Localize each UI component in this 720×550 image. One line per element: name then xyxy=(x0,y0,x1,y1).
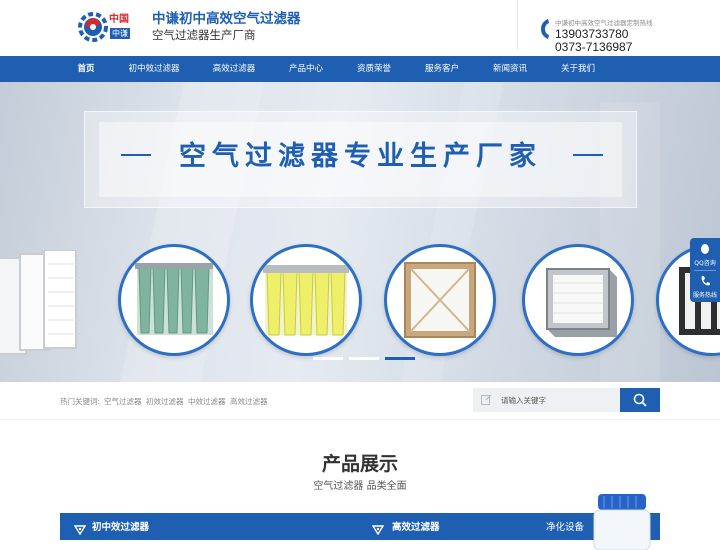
hotline-landline[interactable]: 0373-7136987 xyxy=(555,40,632,54)
search-field-container xyxy=(473,388,620,412)
category-primary-medium-filters[interactable]: 初中效过滤器 xyxy=(92,513,149,540)
carousel-dot-3[interactable] xyxy=(385,357,415,360)
carousel-dot-2[interactable] xyxy=(349,357,379,360)
logo-text-bottom: 中谦 xyxy=(110,28,130,39)
phone-icon xyxy=(541,19,549,39)
nav-products[interactable]: 产品中心 xyxy=(278,56,334,82)
product-image-pleated-panel-filter[interactable] xyxy=(384,244,496,356)
hotline-label: 中谦初中高效空气过滤器定制热线 xyxy=(555,19,653,27)
product-image-hepa-box-filter[interactable] xyxy=(522,244,634,356)
category-icon xyxy=(74,525,86,535)
category-hepa-filters[interactable]: 高效过滤器 xyxy=(392,513,440,540)
hot-keywords-search-bar: 热门关键词: 空气过滤器 初效过滤器 中效过滤器 高效过滤器 xyxy=(0,382,720,420)
category-icon xyxy=(372,525,384,535)
service-hotline-label: 服务热线 xyxy=(692,292,717,299)
search-icon xyxy=(633,393,647,407)
hot-keyword-link[interactable]: 空气过滤器 xyxy=(104,396,142,407)
hotline-mobile[interactable]: 13903733780 xyxy=(555,27,628,41)
nav-hepa-filters[interactable]: 高效过滤器 xyxy=(200,56,268,82)
logo-text-top: 中国 xyxy=(109,14,129,25)
site-title: 中谦初中高效空气过滤器 xyxy=(152,11,301,27)
qq-penguin-icon xyxy=(701,244,709,254)
search-input[interactable] xyxy=(501,392,613,408)
hot-keywords-label: 热门关键词: xyxy=(60,397,101,406)
products-section-title: 产品展示 xyxy=(321,453,398,475)
category-purification-equipment[interactable]: 净化设备 xyxy=(546,513,584,540)
hot-keyword-link[interactable]: 初效过滤器 xyxy=(146,396,184,407)
hot-keyword-link[interactable]: 中效过滤器 xyxy=(188,396,226,407)
main-nav: 首页 初中效过滤器 高效过滤器 产品中心 资质荣誉 服务客户 新闻资讯 关于我们 xyxy=(0,56,720,82)
nav-news[interactable]: 新闻资讯 xyxy=(482,56,538,82)
site-subtitle: 空气过滤器生产厂商 xyxy=(152,28,256,42)
banner-slogan: 空气过滤器专业生产厂家 xyxy=(179,141,542,172)
hero-banner[interactable]: 空气过滤器专业生产厂家 xyxy=(0,82,720,382)
slogan-panel: 空气过滤器专业生产厂家 xyxy=(84,111,637,208)
nav-clients[interactable]: 服务客户 xyxy=(414,56,470,82)
qq-consult-button[interactable]: QQ咨询 xyxy=(690,238,720,270)
nav-home[interactable]: 首页 xyxy=(64,56,108,82)
product-image-green-bag-filter[interactable] xyxy=(118,244,230,356)
company-logo[interactable]: 中国 中谦 xyxy=(76,8,134,46)
product-image-yellow-bag-filter[interactable] xyxy=(250,244,362,356)
product-category-bar: 初中效过滤器 高效过滤器 净化设备 xyxy=(60,513,660,540)
edit-icon xyxy=(481,394,492,405)
hot-keyword-link[interactable]: 高效过滤器 xyxy=(230,396,268,407)
side-contact-float: QQ咨询 服务热线 xyxy=(690,238,720,302)
nav-primary-medium-filters[interactable]: 初中效过滤器 xyxy=(118,56,190,82)
search-button[interactable] xyxy=(620,388,660,412)
service-hotline-button[interactable]: 服务热线 xyxy=(690,270,720,302)
phone-icon xyxy=(701,276,710,286)
product-image-panel-filter xyxy=(0,249,82,358)
header-divider xyxy=(517,0,518,50)
carousel-dot-1[interactable] xyxy=(313,357,343,360)
nav-about[interactable]: 关于我们 xyxy=(550,56,606,82)
product-image-sample-bottle xyxy=(593,494,651,550)
qq-consult-label: QQ咨询 xyxy=(694,260,716,267)
site-header: 中国 中谦 中谦初中高效空气过滤器 空气过滤器生产厂商 中谦初中高效空气过滤器定… xyxy=(0,0,720,56)
nav-qualifications[interactable]: 资质荣誉 xyxy=(346,56,402,82)
